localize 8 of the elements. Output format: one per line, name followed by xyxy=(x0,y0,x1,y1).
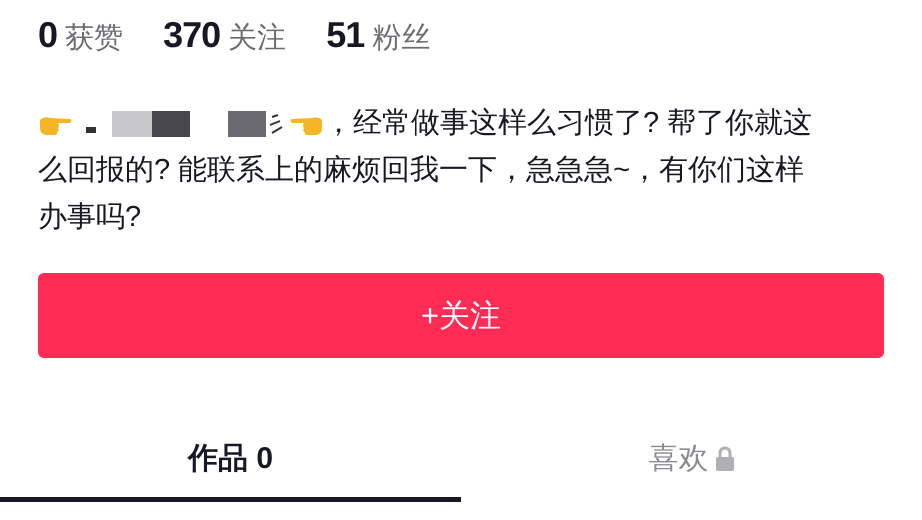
stat-link[interactable]: 51 粉丝 xyxy=(326,14,430,58)
stat-link[interactable]: 0 获赞 xyxy=(38,14,124,58)
bio-text: 办事吗? xyxy=(38,200,142,235)
stat-link[interactable]: 370 关注 xyxy=(163,14,286,58)
follow-button[interactable]: +关注 xyxy=(38,273,884,358)
bio-text: 么回报的? 能联系上的麻烦回我一下，急急急~，有你们这样 xyxy=(38,153,804,188)
tab[interactable]: 作品 0 xyxy=(0,426,461,502)
bio-text: ，经常做事这样么习惯了? 帮了你就这 xyxy=(324,106,812,141)
